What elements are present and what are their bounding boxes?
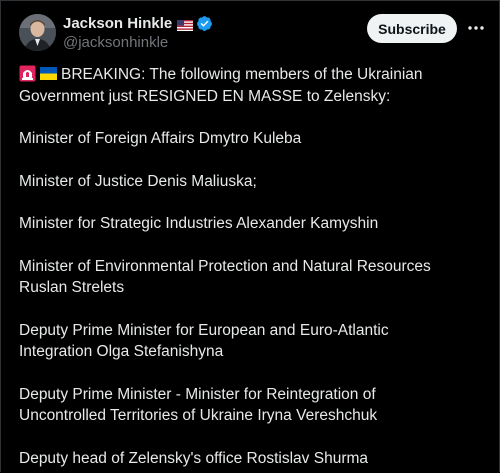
subscribe-button[interactable]: Subscribe xyxy=(367,14,457,43)
list-item-text: Ruslan Strelets xyxy=(19,279,125,296)
rotating-light-icon xyxy=(19,65,36,82)
list-item: Deputy Prime Minister for European and E… xyxy=(19,320,489,363)
author-info: Jackson Hinkle @jacksonhinkle xyxy=(63,14,213,51)
list-item: Minister of Justice Denis Maliuska; xyxy=(19,171,489,193)
list-item: Minister of Foreign Affairs Dmytro Kuleb… xyxy=(19,128,489,150)
verified-badge-icon[interactable] xyxy=(196,15,213,32)
tweet-headline: BREAKING: The following members of the U… xyxy=(19,64,489,107)
list-item-text: Minister of Environmental Protection and… xyxy=(19,257,431,275)
list-item-text: Deputy head of Zelensky's office Rostisl… xyxy=(19,449,369,467)
tweet-header: Jackson Hinkle @jacksonhinkle Subscribe xyxy=(19,14,485,54)
us-flag-icon xyxy=(177,18,194,31)
more-options-icon[interactable] xyxy=(465,17,487,39)
list-item: Minister for Strategic Industries Alexan… xyxy=(19,213,489,235)
headline-line-2: Government just RESIGNED EN MASSE to Zel… xyxy=(19,87,391,105)
list-item-text: Integration Olga Stefanishyna xyxy=(19,343,224,360)
list-item-text: Minister for Strategic Industries Alexan… xyxy=(19,215,379,232)
list-item-text: Deputy Prime Minister for European and E… xyxy=(19,321,389,339)
list-item-text: Deputy Prime Minister - Minister for Rei… xyxy=(19,385,376,403)
list-item: Deputy head of Zelensky's office Rostisl… xyxy=(19,448,489,470)
author-display-name[interactable]: Jackson Hinkle xyxy=(63,15,172,32)
ukraine-flag-icon xyxy=(40,65,57,82)
tweet-card: Jackson Hinkle @jacksonhinkle Subscribe … xyxy=(0,0,500,472)
avatar[interactable] xyxy=(19,14,56,51)
author-handle[interactable]: @jacksonhinkle xyxy=(63,34,213,51)
list-item: Minister of Environmental Protection and… xyxy=(19,256,489,299)
list-item: Deputy Prime Minister - Minister for Rei… xyxy=(19,384,489,427)
list-item-text: Uncontrolled Territories of Ukraine Iryn… xyxy=(19,407,378,424)
list-item-text: Minister of Foreign Affairs Dmytro Kuleb… xyxy=(19,130,302,147)
list-item-text: Minister of Justice Denis Maliuska; xyxy=(19,172,257,190)
headline-line-1: BREAKING: The following members of the U… xyxy=(61,66,423,83)
tweet-text: BREAKING: The following members of the U… xyxy=(19,64,489,469)
